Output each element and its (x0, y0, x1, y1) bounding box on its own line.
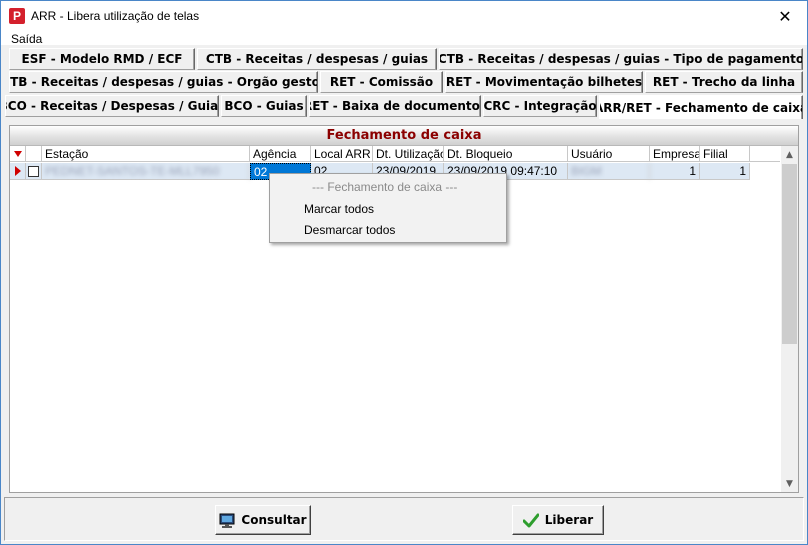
liberar-button[interactable]: Liberar (512, 505, 604, 535)
menu-item-saida[interactable]: Saída (1, 32, 42, 46)
scroll-up-arrow-icon[interactable]: ▲ (781, 146, 798, 163)
column-header-filial[interactable]: Filial (700, 146, 750, 162)
context-menu-item-marcar-todos[interactable]: Marcar todos (304, 199, 374, 219)
consultar-button[interactable]: Consultar (215, 505, 311, 535)
scroll-thumb[interactable] (782, 164, 797, 344)
context-menu: --- Fechamento de caixa --- Marcar todos… (269, 173, 507, 243)
sort-down-icon (14, 151, 22, 157)
tab-bco-guias[interactable]: BCO - Guias (221, 95, 307, 117)
tab-arr-ret-fechamento-caixa[interactable]: ARR/RET - Fechamento de caixa (599, 95, 803, 119)
tab-crc-integracao[interactable]: CRC - Integração (483, 95, 597, 117)
cell-empresa[interactable]: 1 (650, 163, 700, 180)
monitor-icon (219, 513, 235, 528)
vertical-scrollbar[interactable]: ▲ ▼ (781, 146, 798, 492)
row-indicator-cell (10, 163, 26, 180)
checkmark-icon (522, 513, 539, 528)
sort-column-header[interactable] (10, 146, 26, 162)
panel-title: Fechamento de caixa (10, 126, 798, 146)
close-button[interactable]: ✕ (763, 1, 807, 31)
column-header-usuario[interactable]: Usuário (568, 146, 650, 162)
column-header-agencia[interactable]: Agência (250, 146, 311, 162)
context-menu-header: --- Fechamento de caixa --- (312, 180, 458, 194)
column-header-dt-bloqueio[interactable]: Dt. Bloqueio (444, 146, 568, 162)
tab-bco-receitas-despesas-guias[interactable]: BCO - Receitas / Despesas / Guias (5, 95, 219, 117)
tab-ret-movimentacao-bilhetes[interactable]: RET - Movimentação bilhetes (445, 71, 643, 93)
window-title: ARR - Libera utilização de telas (31, 9, 200, 23)
tab-ctb-tipo-pagamento[interactable]: CTB - Receitas / despesas / guias - Tipo… (439, 48, 803, 70)
column-header-dt-utilizacao[interactable]: Dt. Utilização (373, 146, 444, 162)
grid-header: Estação Agência Local ARR Dt. Utilização… (10, 146, 780, 162)
consultar-label: Consultar (241, 513, 307, 527)
app-logo-icon: P (9, 8, 25, 24)
tab-esf-modelo-rmd-ecf[interactable]: ESF - Modelo RMD / ECF (9, 48, 195, 70)
column-header-empresa[interactable]: Empresa (650, 146, 700, 162)
row-checkbox-cell[interactable] (26, 163, 42, 180)
checkbox-column-header[interactable] (26, 146, 42, 162)
cell-estacao[interactable]: PEDNET-SANTOS-TE-MLL7950 (42, 163, 250, 180)
title-bar: P ARR - Libera utilização de telas ✕ (1, 1, 807, 31)
column-header-estacao[interactable]: Estação (42, 146, 250, 162)
main-window: P ARR - Libera utilização de telas ✕ Saí… (0, 0, 808, 545)
column-header-local-arr[interactable]: Local ARR (311, 146, 373, 162)
tab-ctb-receitas-despesas-guias[interactable]: CTB - Receitas / despesas / guias (197, 48, 437, 70)
current-row-arrow-icon (15, 166, 21, 176)
tab-ctb-orgao-gestor[interactable]: CTB - Receitas / despesas / guias - Orgã… (9, 71, 318, 93)
footer-bar: Consultar Liberar (4, 497, 804, 541)
tab-strip: ESF - Modelo RMD / ECF CTB - Receitas / … (1, 45, 807, 121)
liberar-label: Liberar (544, 513, 594, 527)
context-menu-item-desmarcar-todos[interactable]: Desmarcar todos (304, 220, 395, 240)
cell-usuario[interactable]: BIGM (568, 163, 650, 180)
tab-ret-comissao[interactable]: RET - Comissão (320, 71, 443, 93)
cell-filial[interactable]: 1 (700, 163, 750, 180)
scroll-down-arrow-icon[interactable]: ▼ (781, 475, 798, 492)
row-checkbox[interactable] (28, 166, 39, 177)
tab-ret-baixa-documentos[interactable]: RET - Baixa de documentos (309, 95, 481, 117)
tab-ret-trecho-linha[interactable]: RET - Trecho da linha (645, 71, 803, 93)
